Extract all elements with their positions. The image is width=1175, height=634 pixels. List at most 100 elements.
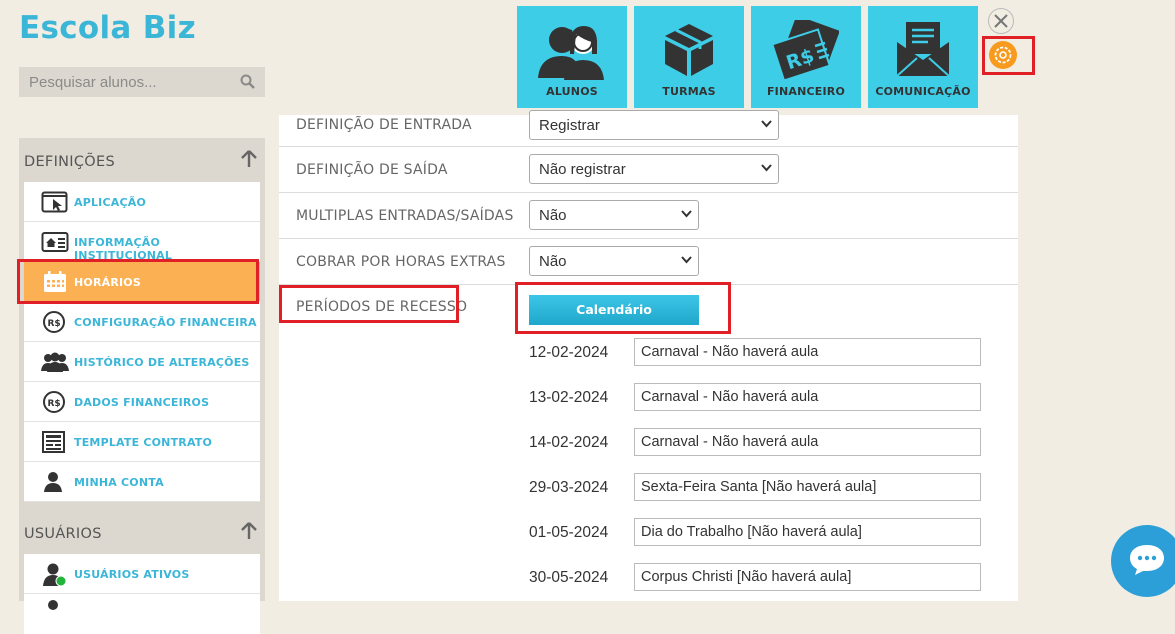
close-button[interactable] [988,8,1014,34]
sidebar-item-label: HORÁRIOS [74,276,141,289]
sidebar-list: APLICAÇÃO INFORMAÇÃO INSTITUCIONAL HORÁR… [24,182,260,502]
calendar-button[interactable]: Calendário [529,295,699,325]
nav-financeiro-button[interactable]: R$ FINANCEIRO [751,6,861,108]
holiday-date: 13-02-2024 [529,389,609,406]
sidebar-item-label: USUÁRIOS ATIVOS [74,568,190,581]
user-icon [48,600,58,610]
sidebar-item-dados-financeiros[interactable]: R$ DADOS FINANCEIROS [24,382,260,422]
entrada-select[interactable]: Registrar [529,110,779,140]
search-input[interactable] [19,67,239,97]
form-label: MULTIPLAS ENTRADAS/SAÍDAS [296,208,514,224]
settings-button[interactable] [989,41,1017,69]
select-value: Não [539,207,567,224]
holiday-description-input[interactable] [634,383,981,411]
select-value: Não [539,253,567,270]
gear-icon [994,46,1012,64]
nav-turmas-button[interactable]: TURMAS [634,6,744,108]
arrow-up-icon[interactable] [241,150,257,168]
nav-turmas-label: TURMAS [662,85,716,98]
form-label: DEFINIÇÃO DE SAÍDA [296,162,448,178]
select-value: Registrar [539,117,600,134]
svg-text:R$: R$ [48,319,61,329]
sidebar: DEFINIÇÕES APLICAÇÃO INFORMAÇÃO INSTITUC… [19,138,265,634]
chevron-down-icon [761,120,772,128]
form-row-multiplas: MULTIPLAS ENTRADAS/SAÍDAS Não [279,192,1018,239]
chevron-down-icon [761,164,772,172]
holiday-date: 14-02-2024 [529,434,609,451]
chat-widget-button[interactable] [1111,525,1175,597]
holiday-row: 29-03-2024 [529,473,989,501]
sidebar-section-title: DEFINIÇÕES [24,154,115,170]
form-row-horas-extras: COBRAR POR HORAS EXTRAS Não [279,238,1018,285]
recess-label: PERÍODOS DE RECESSO [296,299,468,315]
sidebar-section-usuarios[interactable]: USUÁRIOS [19,510,265,554]
sidebar-item-minha-conta[interactable]: MINHA CONTA [24,462,260,502]
sidebar-item-template-contrato[interactable]: TEMPLATE CONTRATO [24,422,260,462]
sidebar-item-label: MINHA CONTA [74,476,164,489]
holiday-date: 30-05-2024 [529,569,609,586]
holiday-date: 29-03-2024 [529,479,609,496]
holiday-description-input[interactable] [634,518,981,546]
sidebar-item-label: APLICAÇÃO [74,196,147,209]
sidebar-item-horarios[interactable]: HORÁRIOS [24,262,260,302]
nav-alunos-label: ALUNOS [546,85,598,98]
holiday-row: 14-02-2024 [529,428,989,456]
nav-comunicacao-label: COMUNICAÇÃO [875,85,971,98]
sidebar-item-configuracao-financeira[interactable]: R$ CONFIGURAÇÃO FINANCEIRA [24,302,260,342]
form-label: COBRAR POR HORAS EXTRAS [296,254,506,270]
horas-extras-select[interactable]: Não [529,246,699,276]
active-user-icon [43,563,67,587]
sidebar-item-historico[interactable]: HISTÓRICO DE ALTERAÇÕES [24,342,260,382]
group-icon [41,352,69,372]
settings-highlight [982,36,1035,75]
multiplas-select[interactable]: Não [529,200,699,230]
close-icon [994,14,1008,28]
sidebar-item-aplicacao[interactable]: APLICAÇÃO [24,182,260,222]
calendar-icon [44,271,66,292]
money-icon: R$ [773,20,839,82]
chevron-down-icon [681,256,692,264]
app-logo[interactable]: Escola Biz [19,10,196,46]
chevron-down-icon [681,210,692,218]
select-value: Não registrar [539,161,626,178]
search-box [19,67,265,97]
nav-financeiro-label: FINANCEIRO [766,85,846,98]
sidebar-item-label: HISTÓRICO DE ALTERAÇÕES [74,356,250,369]
sidebar-item-usuarios-ativos[interactable]: USUÁRIOS ATIVOS [24,554,260,594]
sidebar-list: USUÁRIOS ATIVOS [24,554,260,634]
holiday-row: 30-05-2024 [529,563,989,591]
holiday-row: 13-02-2024 [529,383,989,411]
arrow-up-icon[interactable] [241,522,257,540]
chat-bubble-icon [1130,545,1164,575]
form-row-entrada: DEFINIÇÃO DE ENTRADA Registrar [279,110,1018,147]
svg-text:R$: R$ [48,399,61,409]
currency-icon: R$ [43,311,65,333]
holiday-date: 12-02-2024 [529,344,609,361]
nav-alunos-button[interactable]: ALUNOS [517,6,627,108]
sidebar-item-label: DADOS FINANCEIROS [74,396,210,409]
mail-icon [896,22,950,77]
form-row-saida: DEFINIÇÃO DE SAÍDA Não registrar [279,146,1018,193]
box-icon [665,24,713,76]
students-icon [538,26,604,80]
user-icon [44,472,62,492]
sidebar-item-label: TEMPLATE CONTRATO [74,436,213,449]
holiday-row: 01-05-2024 [529,518,989,546]
currency-icon: R$ [43,391,65,413]
sidebar-item-label: CONFIGURAÇÃO FINANCEIRA [74,316,257,329]
nav-comunicacao-button[interactable]: COMUNICAÇÃO [868,6,978,108]
form-label: DEFINIÇÃO DE ENTRADA [296,117,472,133]
holiday-description-input[interactable] [634,338,981,366]
sidebar-section-title: USUÁRIOS [24,526,102,542]
holiday-description-input[interactable] [634,428,981,456]
search-icon[interactable] [240,74,255,89]
cursor-window-icon [41,191,68,213]
sidebar-item-informacao-institucional[interactable]: INFORMAÇÃO INSTITUCIONAL [24,222,260,262]
institution-card-icon [41,232,69,252]
sidebar-item-next[interactable] [24,594,260,634]
sidebar-section-definicoes[interactable]: DEFINIÇÕES [19,138,265,182]
holiday-description-input[interactable] [634,563,981,591]
holiday-description-input[interactable] [634,473,981,501]
holiday-row: 12-02-2024 [529,338,989,366]
saida-select[interactable]: Não registrar [529,154,779,184]
